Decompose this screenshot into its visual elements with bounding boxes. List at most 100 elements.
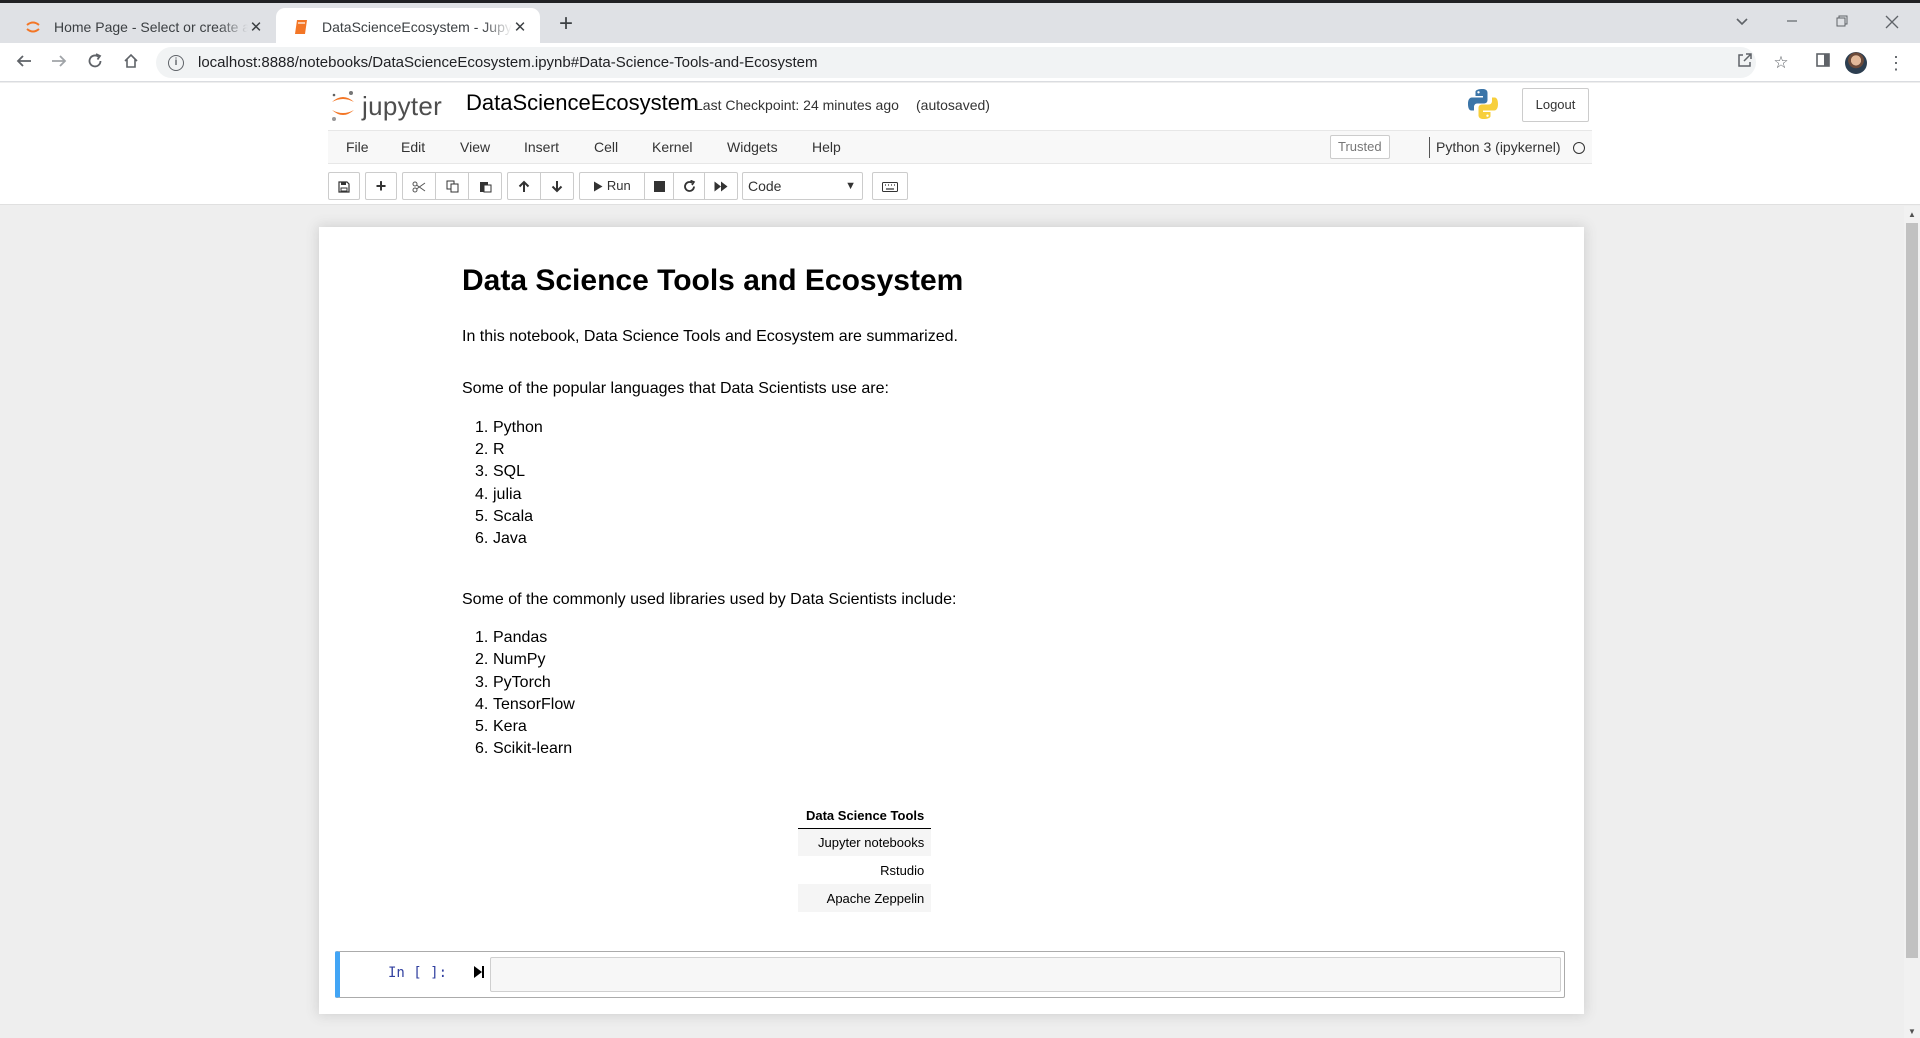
browser-tab-home[interactable]: Home Page - Select or create a notebook … [8,8,276,46]
jupyter-logo-icon [332,91,354,121]
copy-icon [446,180,458,193]
cut-button[interactable] [402,172,436,200]
run-cell-icon[interactable] [473,965,485,984]
list-item: 3. SQL [475,463,526,481]
restart-kernel-button[interactable] [673,172,705,200]
close-window-icon[interactable] [1877,11,1907,35]
back-icon[interactable] [10,49,38,77]
scrollbar-thumb[interactable] [1906,223,1918,958]
list-item: 4. TensorFlow [475,695,575,713]
run-button[interactable]: Run [579,172,645,200]
notebook-name[interactable]: DataScienceEcosystem [466,90,698,116]
paste-button[interactable] [468,172,502,200]
menu-help[interactable]: Help [812,131,841,164]
fast-forward-icon [714,181,728,192]
jupyter-header: jupyter DataScienceEcosystem Last Checkp… [0,83,1920,205]
code-input[interactable] [490,957,1561,992]
autosave-status: (autosaved) [916,97,990,113]
table-cell: Jupyter notebooks [798,828,932,856]
reload-icon[interactable] [81,49,109,77]
menu-view[interactable]: View [460,131,490,164]
tab-title: Home Page - Select or create a notebook [54,19,248,35]
chevron-down-icon: ▼ [845,180,856,192]
jupyter-menubar: File Edit View Insert Cell Kernel Widget… [328,130,1592,164]
share-icon[interactable] [1731,49,1759,77]
notebook-container: Data Science Tools and Ecosystem In this… [319,227,1584,1014]
restart-icon [683,179,695,192]
profile-avatar[interactable] [1845,52,1867,74]
move-down-button[interactable] [540,172,574,200]
trusted-indicator[interactable]: Trusted [1330,135,1390,159]
browser-toolbar: i localhost:8888/notebooks/DataScienceEc… [0,43,1920,82]
address-bar[interactable]: i localhost:8888/notebooks/DataScienceEc… [156,47,1756,78]
menu-widgets[interactable]: Widgets [727,131,778,164]
scroll-up-icon[interactable]: ▲ [1908,210,1916,219]
copy-button[interactable] [435,172,469,200]
jupyter-logo[interactable]: jupyter [330,89,442,123]
restart-run-all-button[interactable] [704,172,738,200]
list-item: 1. Python [475,419,543,436]
list-item: 4. julia [475,485,522,503]
tab-search-icon[interactable] [1727,11,1757,35]
scrollbar[interactable]: ▲ ▼ [1904,206,1920,1038]
info-icon[interactable]: i [168,54,184,71]
tab-title: DataScienceEcosystem - Jupyter Notebook [322,19,512,35]
close-tab-icon[interactable]: ✕ [248,18,264,36]
input-prompt: In [ ]: [388,965,448,981]
cell-type-select[interactable]: Code ▼ [742,172,863,200]
arrow-up-icon [518,180,530,193]
menu-cell[interactable]: Cell [594,131,618,164]
list-item: 3. PyTorch [475,673,551,691]
menu-edit[interactable]: Edit [401,131,425,164]
browser-tab-bar: Home Page - Select or create a notebook … [0,0,1920,46]
restore-icon[interactable] [1827,11,1857,35]
play-icon [594,181,603,192]
side-panel-icon[interactable] [1809,49,1837,77]
command-palette-button[interactable] [872,172,908,200]
forward-icon[interactable] [45,49,73,77]
notebook-heading: Data Science Tools and Ecosystem [462,264,964,297]
python-logo-icon [1466,87,1500,126]
home-icon[interactable] [117,49,145,77]
close-tab-icon[interactable]: ✕ [512,18,528,36]
languages-intro: Some of the popular languages that Data … [462,380,889,397]
list-item: 5. Scala [475,507,534,525]
kernel-name: Python 3 (ipykernel) [1436,139,1561,155]
table-row: Rstudio [798,856,931,884]
code-cell[interactable]: In [ ]: [335,951,1565,998]
markdown-cell[interactable]: Data Science Tools and Ecosystem In this… [462,263,1562,798]
plus-icon: + [375,176,387,196]
move-up-button[interactable] [507,172,541,200]
insert-cell-button[interactable]: + [365,172,397,200]
menu-kernel[interactable]: Kernel [652,131,692,164]
keyboard-icon [882,181,898,192]
notebook-toolbar: + Run Code ▼ [328,172,1592,204]
libraries-intro: Some of the commonly used libraries used… [462,591,957,609]
menu-insert[interactable]: Insert [524,131,559,164]
list-item: 5. Kera [475,718,527,736]
new-tab-icon[interactable]: + [552,11,580,39]
jupyter-logo-text: jupyter [362,90,443,121]
minimize-icon[interactable] [1777,11,1807,35]
scroll-down-icon[interactable]: ▼ [1908,1027,1916,1036]
interrupt-kernel-button[interactable] [644,172,674,200]
languages-list: 1. Python 2. R 3. SQL 4. julia 5. Scala 6. Jav… [462,417,1562,550]
scissors-icon [412,181,426,193]
jupyter-favicon-icon [24,18,42,36]
browser-tab-notebook[interactable]: DataScienceEcosystem - Jupyter Notebook … [276,8,540,46]
star-icon[interactable]: ☆ [1767,49,1795,77]
list-item: 1. Pandas [475,629,548,647]
menu-icon[interactable]: ⋮ [1882,49,1910,77]
save-icon [338,180,350,193]
table-cell: Apache Zeppelin [798,884,932,912]
run-label: Run [606,178,631,193]
tools-table: Data Science Tools Jupyter notebooks Rst… [798,803,932,912]
cell-type-value: Code [748,178,782,194]
libraries-list: 1. Pandas 2. NumPy 3. PyTorch 4. TensorFlow … [462,627,1562,760]
table-cell: Rstudio [880,862,925,878]
logout-button[interactable]: Logout [1522,88,1589,122]
save-button[interactable] [328,172,360,200]
arrow-down-icon [551,181,563,193]
menu-file[interactable]: File [346,131,369,164]
list-item: 6. Scikit-learn [475,740,573,758]
